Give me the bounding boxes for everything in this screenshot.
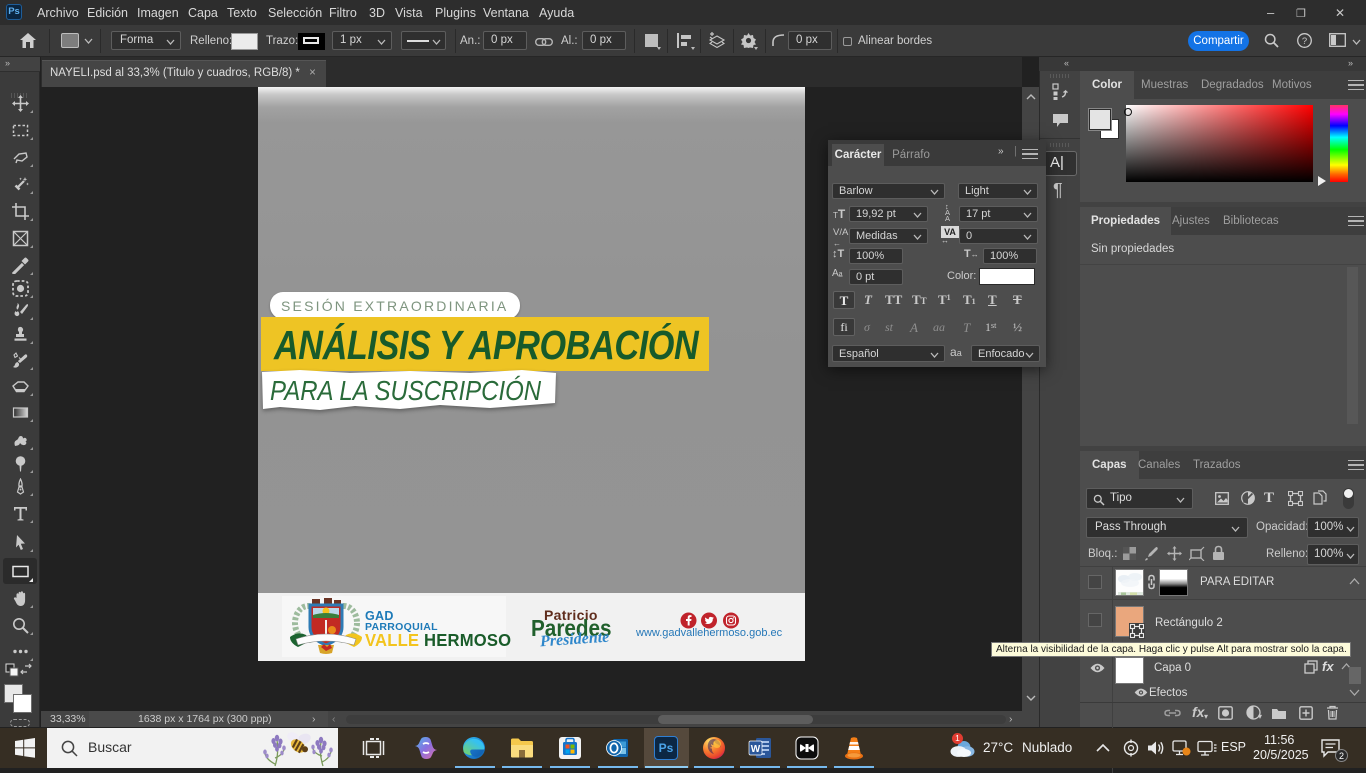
svg-text:W: W: [751, 744, 761, 755]
svg-text:?: ?: [1302, 36, 1307, 47]
